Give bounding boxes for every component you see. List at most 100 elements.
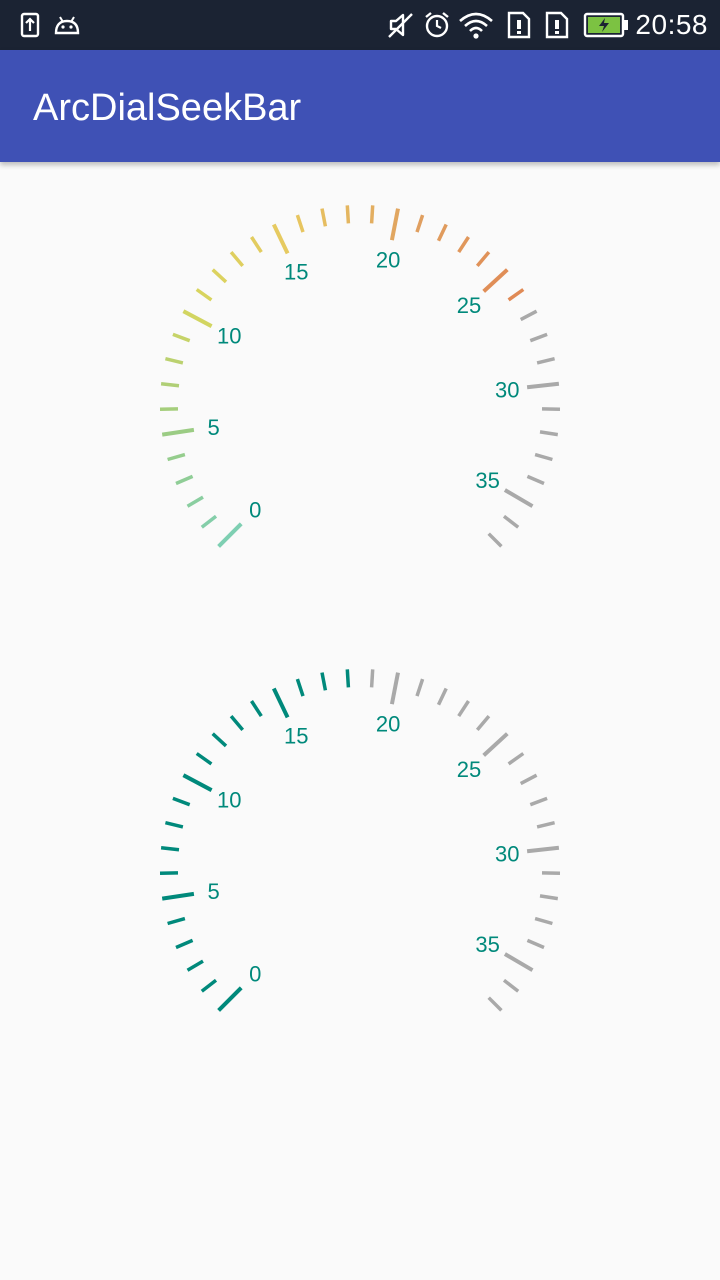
- solid-dial-label-35: 35: [475, 932, 499, 957]
- solid-dial-tick-19: [369, 669, 375, 688]
- gradient-dial-label-5: 5: [207, 415, 219, 440]
- solid-dial-tick-0: [217, 986, 243, 1012]
- solid-dial-tick-14: [250, 700, 263, 718]
- gradient-dial-tick-27: [519, 309, 538, 322]
- solid-dial-tick-2: [186, 959, 204, 972]
- solid-dial-tick-27: [519, 773, 538, 786]
- solid-dial-tick-15: [271, 687, 290, 719]
- solid-dial-tick-18: [345, 669, 351, 688]
- solid-dial-tick-13: [229, 714, 245, 732]
- gradient-dial-tick-0: [217, 522, 243, 548]
- wifi-icon: [456, 8, 496, 42]
- gradient-dial-tick-24: [475, 250, 491, 268]
- solid-dial-tick-37: [487, 996, 503, 1012]
- solid-dial-tick-17: [320, 672, 328, 691]
- gradient-dial-tick-13: [229, 250, 245, 268]
- gradient-dial-tick-33: [534, 452, 553, 462]
- gradient-dial-tick-32: [539, 430, 559, 437]
- gradient-dial-tick-23: [457, 236, 470, 254]
- gradient-dial-tick-34: [526, 474, 545, 486]
- gradient-dial-tick-16: [295, 214, 305, 233]
- sim1-alert-icon: [504, 8, 534, 42]
- gradient-dial-tick-14: [250, 236, 263, 254]
- solid-dial-tick-26: [507, 752, 525, 766]
- solid-dial-tick-28: [529, 796, 548, 807]
- solid-dial[interactable]: 0 5 10 15 20 25 30 35: [0, 644, 720, 1064]
- app-title: ArcDialSeekBar: [33, 87, 302, 129]
- app-bar: ArcDialSeekBar: [0, 50, 720, 162]
- solid-dial-tick-23: [457, 700, 470, 718]
- gradient-dial-tick-5: [161, 427, 195, 437]
- android-debug-icon: [52, 8, 82, 42]
- gradient-dial-tick-35: [503, 488, 534, 508]
- gradient-dial-label-25: 25: [457, 293, 481, 318]
- gradient-dial-tick-22: [436, 223, 448, 242]
- solid-dial-tick-9: [172, 796, 191, 807]
- solid-dial-tick-21: [415, 678, 425, 697]
- solid-dial-tick-16: [295, 678, 305, 697]
- solid-dial-tick-29: [536, 820, 556, 829]
- sim2-alert-icon: [542, 8, 572, 42]
- gradient-dial-tick-2: [186, 495, 204, 508]
- solid-dial-tick-22: [436, 687, 448, 706]
- solid-dial-tick-8: [164, 820, 184, 829]
- gradient-dial-tick-30: [526, 381, 560, 390]
- gradient-dial-label-15: 15: [284, 260, 308, 285]
- solid-dial-tick-36: [502, 978, 520, 993]
- gradient-dial-tick-1: [200, 514, 218, 529]
- solid-dial-label-25: 25: [457, 757, 481, 782]
- gradient-dial-tick-9: [172, 332, 191, 343]
- status-time: 20:58: [635, 9, 708, 40]
- solid-dial-tick-34: [526, 938, 545, 950]
- solid-dial-tick-12: [211, 732, 228, 748]
- solid-dial-tick-11: [195, 752, 213, 766]
- solid-dial-label-30: 30: [495, 841, 519, 866]
- solid-dial-tick-3: [175, 938, 194, 950]
- gradient-dial-label-20: 20: [376, 248, 400, 273]
- gradient-dial-tick-21: [415, 214, 425, 233]
- solid-dial-svg[interactable]: 0 5 10 15 20 25 30 35: [0, 644, 720, 1064]
- gradient-dial-tick-36: [502, 514, 520, 529]
- gradient-dial-tick-29: [536, 356, 556, 365]
- solid-dial-label-10: 10: [217, 788, 241, 813]
- solid-dial-tick-24: [475, 714, 491, 732]
- gradient-dial-svg[interactable]: 0 5 10 15 20 25 30 35: [0, 180, 720, 600]
- solid-dial-tick-4: [167, 916, 186, 926]
- gradient-dial-tick-8: [164, 356, 184, 365]
- gradient-dial-tick-11: [195, 288, 213, 302]
- solid-dial-tick-20: [389, 672, 400, 705]
- gradient-dial-tick-28: [529, 332, 548, 343]
- upload-notification-icon: [18, 8, 42, 42]
- solid-dial-label-20: 20: [376, 712, 400, 737]
- solid-dial-label-5: 5: [207, 879, 219, 904]
- solid-dial-tick-25: [482, 732, 509, 757]
- solid-dial-tick-30: [526, 845, 560, 854]
- status-bar: 20:58: [0, 0, 720, 50]
- gradient-dial-tick-37: [487, 532, 503, 548]
- gradient-dial-tick-17: [320, 208, 328, 227]
- gradient-dial-tick-3: [175, 474, 194, 486]
- gradient-dial[interactable]: 0 5 10 15 20 25 30 35: [0, 180, 720, 600]
- solid-dial-tick-5: [161, 891, 195, 901]
- gradient-dial-tick-18: [345, 205, 351, 224]
- gradient-dial-label-30: 30: [495, 377, 519, 402]
- solid-dial-label-15: 15: [284, 724, 308, 749]
- gradient-dial-label-10: 10: [217, 324, 241, 349]
- gradient-dial-tick-25: [482, 268, 509, 293]
- gradient-dial-tick-7: [160, 382, 180, 388]
- gradient-dial-label-35: 35: [475, 468, 499, 493]
- battery-charging-icon: [582, 8, 630, 42]
- solid-dial-tick-7: [160, 846, 180, 852]
- solid-dial-tick-33: [534, 916, 553, 926]
- solid-dial-tick-35: [503, 952, 534, 972]
- alarm-icon: [422, 8, 452, 42]
- mute-icon: [384, 8, 416, 42]
- solid-dial-label-0: 0: [249, 962, 261, 987]
- gradient-dial-tick-4: [167, 452, 186, 462]
- gradient-dial-tick-15: [271, 223, 290, 255]
- solid-dial-tick-10: [182, 773, 213, 792]
- gradient-dial-tick-26: [507, 288, 525, 302]
- gradient-dial-tick-10: [182, 309, 213, 328]
- solid-dial-tick-1: [200, 978, 218, 993]
- gradient-dial-tick-20: [389, 208, 400, 241]
